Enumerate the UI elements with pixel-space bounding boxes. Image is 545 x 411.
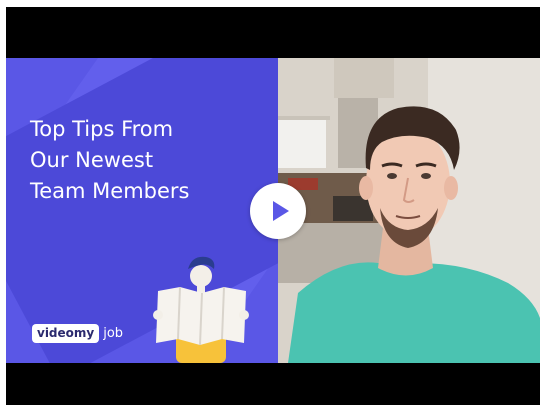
embed-frame: Top Tips From Our Newest Team Members vi…	[0, 0, 545, 411]
person-with-map-illustration	[153, 256, 249, 363]
headline-line: Our Newest	[30, 148, 154, 172]
video-thumbnail[interactable]: Top Tips From Our Newest Team Members vi…	[6, 58, 540, 363]
speaker-photo	[278, 58, 540, 363]
video-headline: Top Tips From Our Newest Team Members	[30, 114, 270, 207]
letterbox-bottom	[6, 363, 540, 405]
title-card: Top Tips From Our Newest Team Members vi…	[6, 58, 278, 363]
logo-wordmark: videomy	[32, 323, 100, 343]
letterbox-top	[6, 7, 540, 58]
video-player[interactable]: Top Tips From Our Newest Team Members vi…	[6, 7, 540, 405]
videomyjob-logo: videomy job	[32, 323, 123, 343]
headline-line: Team Members	[30, 179, 190, 203]
logo-wordmark-suffix: job	[103, 325, 124, 341]
play-button[interactable]	[250, 183, 306, 239]
speaker-photo-scene	[278, 58, 540, 363]
headline-line: Top Tips From	[30, 117, 174, 141]
play-icon	[273, 201, 289, 221]
